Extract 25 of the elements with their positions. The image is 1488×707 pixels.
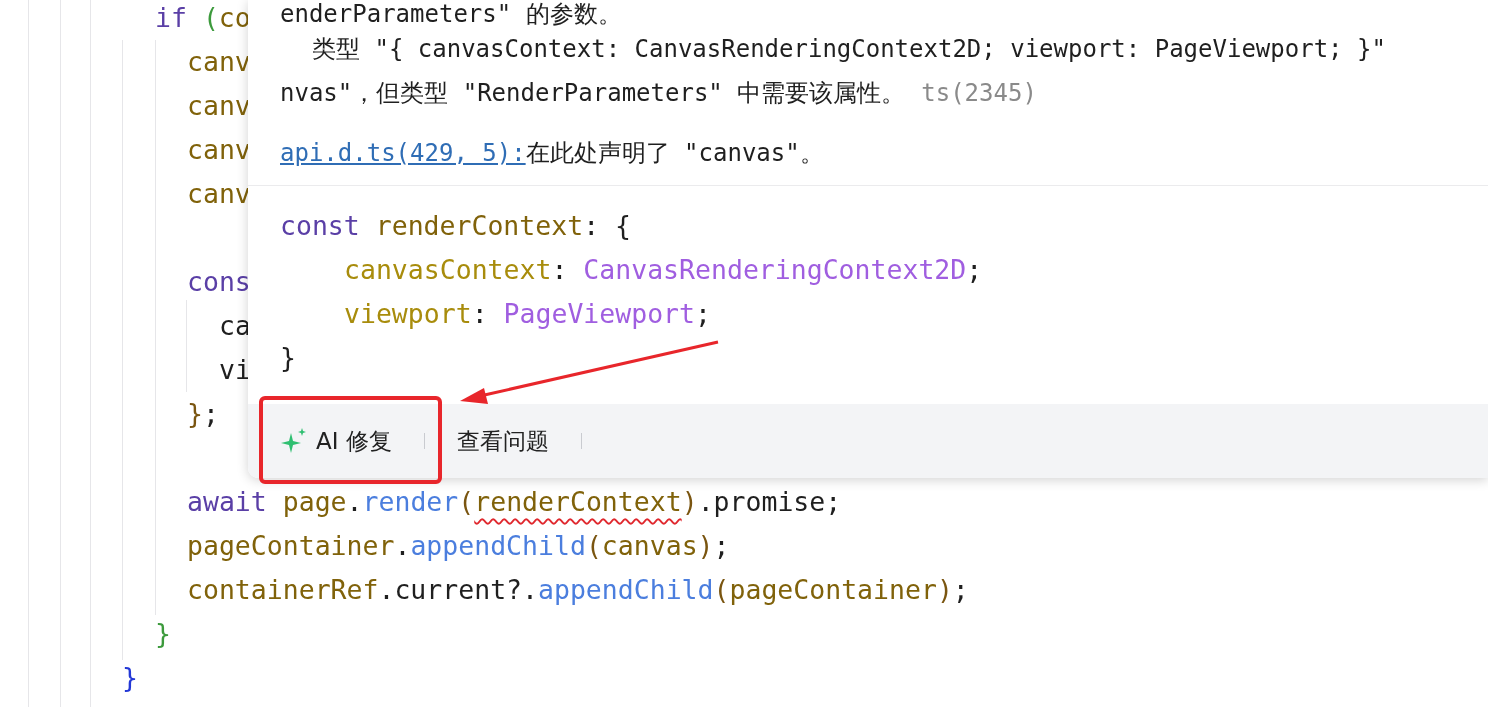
code-line: pageContainer.appendChild(canvas); xyxy=(187,530,730,561)
code-line: canv xyxy=(187,178,251,209)
code-line: await page.render(renderContext).promise; xyxy=(187,486,842,517)
message-text: enderParameters" 的参数。 xyxy=(280,0,622,28)
message-text: nvas"，但类型 "RenderParameters" 中需要该属性。 xyxy=(280,78,906,109)
code-line: canvasContext: CanvasRenderingContext2D; xyxy=(344,254,983,285)
code-line: } xyxy=(122,662,138,693)
code-line: canv xyxy=(187,134,251,165)
code-line: containerRef.current?.appendChild(pageContainer); xyxy=(187,574,969,605)
code-line: canv xyxy=(187,90,251,121)
code-line: }; xyxy=(187,398,219,429)
code-line: cons xyxy=(187,266,251,297)
code-line: canv xyxy=(187,46,251,77)
code-line: const renderContext: { xyxy=(280,210,632,241)
code-line: } xyxy=(155,618,171,649)
code-line: vi xyxy=(219,354,251,385)
ai-fix-button[interactable]: AI 修复 xyxy=(268,417,404,465)
message-text: 类型 "{ canvasContext: CanvasRenderingContext2D; viewport: PageViewport; }" xyxy=(312,35,1386,63)
reference-link[interactable]: api.d.ts(429, 5): xyxy=(280,131,526,175)
code-line: if (co xyxy=(155,2,251,33)
reference-text: 在此处声明了 "canvas"。 xyxy=(525,138,824,169)
error-code: ts(2345) xyxy=(921,78,1037,109)
code-line: viewport: PageViewport; xyxy=(344,298,711,329)
code-line: } xyxy=(280,342,296,373)
view-problem-button[interactable]: 查看问题 xyxy=(444,417,561,465)
